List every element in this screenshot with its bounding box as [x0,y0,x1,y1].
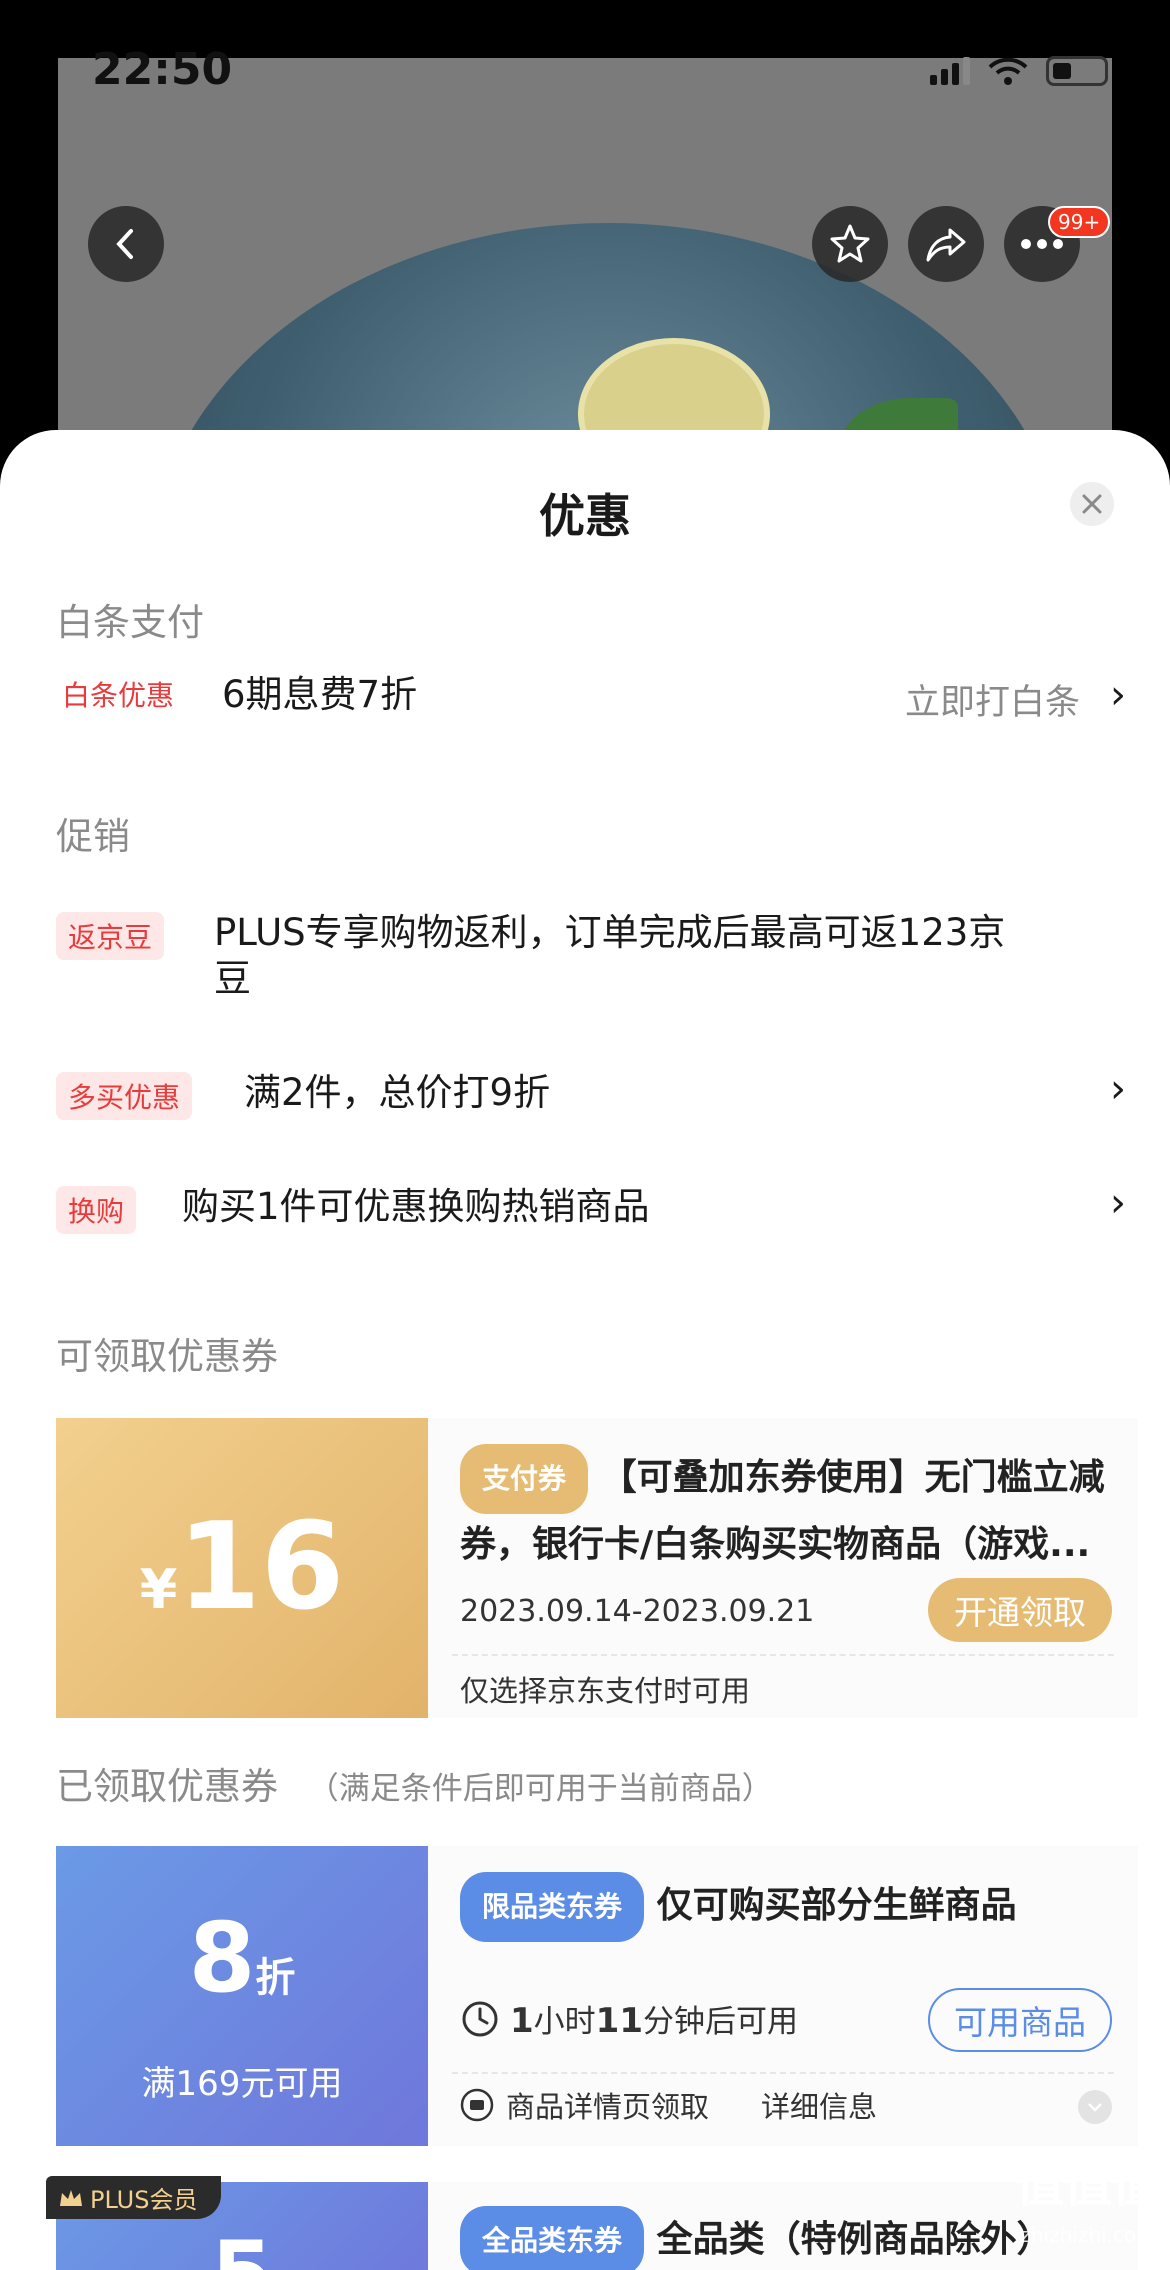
coupon-detail-panel: 限品类东券 仅可购买部分生鲜商品 1小时11分钟后可用 可用商品 商品详情页领取… [428,1846,1138,2146]
coupon-title: 支付券 【可叠加东券使用】无门槛立减券，银行卡/白条购买实物商品（游戏... [460,1444,1120,1576]
share-button[interactable] [908,206,984,282]
promo-section-title: 促销 [56,815,130,858]
back-button[interactable] [88,206,164,282]
claimed-hint: （满足条件后即可用于当前商品） [307,1771,773,1807]
baitiao-section-title: 白条支付 [56,601,204,644]
coupon-condition: 满169元可用 [141,2064,343,2104]
currency-symbol: ¥ [139,1558,178,1621]
coupon-discount-panel: 8折 满169元可用 [50,1846,428,2146]
promo-tag-jingdou: 返京豆 [56,912,165,960]
baitiao-tag: 白条优惠 [62,679,175,712]
status-time: 22:50 [92,44,233,95]
promo-tag-exchange: 换购 [56,1186,137,1234]
coupon-title-text: 全品类（特例商品除外） [656,2219,1053,2260]
claimed-title-text: 已领取优惠券 [56,1765,278,1808]
claimed-coupons-title: 已领取优惠券 （满足条件后即可用于当前商品） [56,1756,773,1810]
chevron-right-icon[interactable]: › [1110,1180,1126,1226]
promo-text-jingdou: PLUS专享购物返利，订单完成后最高可返123京 豆 [214,910,1094,1002]
coupon-type-label: 支付券 [460,1444,589,1514]
promo-tag-multibuy: 多买优惠 [56,1072,193,1120]
crown-icon [60,2189,82,2206]
coupon-detail-panel: 支付券 【可叠加东券使用】无门槛立减券，银行卡/白条购买实物商品（游戏... 2… [428,1418,1138,1718]
more-dots-icon [1021,239,1063,249]
coupon-title-text: 仅可购买部分生鲜商品 [656,1885,1017,1926]
available-coupons-title: 可领取优惠券 [56,1335,278,1378]
battery-icon [1046,56,1108,86]
baitiao-text: 6期息费7折 [222,673,418,716]
coupon-amount-value: 5 [56,2222,428,2270]
signal-icon [930,57,970,85]
clock-icon [462,2001,498,2036]
favorite-button[interactable] [812,206,888,282]
payment-coupon-card: ¥16 支付券 【可叠加东券使用】无门槛立减券，银行卡/白条购买实物商品（游戏.… [50,1418,1138,1718]
chevron-down-icon [1088,2103,1102,2112]
coupon-note: 仅选择京东支付时可用 [460,1674,751,1708]
coupon-amount-panel: ¥16 [50,1418,428,1718]
coupon-date: 2023.09.14-2023.09.21 [460,1594,815,1629]
promo-text-line1: PLUS专享购物返利，订单完成后最高可返123京 [214,911,1006,954]
plus-member-badge: PLUS会员 [46,2176,222,2219]
all-category-coupon-card: 5 PLUS会员 全品类东券 全品类（特例商品除外） [46,2176,1138,2270]
coupon-amount-value: 16 [177,1498,345,1637]
close-icon [1082,494,1102,514]
expand-button[interactable] [1078,2090,1112,2124]
wifi-icon [988,57,1028,85]
plus-badge-text: PLUS会员 [90,2186,198,2214]
coupon-type-label: 限品类东券 [460,1872,645,1942]
watermark: 值值值 zhizhizhi.com [1015,2157,1160,2247]
promo-text-multibuy[interactable]: 满2件，总价打9折 [244,1070,550,1116]
open-claim-button[interactable]: 开通领取 [928,1578,1112,1642]
coupon-detail-link[interactable]: 详细信息 [761,2084,877,2126]
close-button[interactable] [1070,482,1114,526]
coupon-amount: ¥16 [56,1498,428,1637]
discount-sheet: 优惠 白条支付 白条优惠 6期息费7折 立即打白条 › 促销 返京豆 PLUS专… [0,430,1170,2270]
chevron-left-icon [116,229,133,259]
promo-text-exchange[interactable]: 购买1件可优惠换购热销商品 [182,1184,650,1230]
baitiao-link[interactable]: 立即打白条 [905,674,1080,725]
notification-badge: 99+ [1048,206,1111,238]
coupon-source-row: 商品详情页领取 详细信息 [460,2084,877,2126]
category-coupon-card: 8折 满169元可用 限品类东券 仅可购买部分生鲜商品 1小时11分钟后可用 可… [50,1846,1138,2146]
coupon-discount: 8折 [56,1902,428,2014]
coupon-type-label: 全品类东券 [460,2206,645,2270]
coupon-source: 商品详情页领取 [506,2090,710,2124]
ticket-icon [460,2088,494,2122]
coupon-title: 限品类东券 仅可购买部分生鲜商品 [460,1872,1120,1942]
discount-value: 8 [188,1902,256,2014]
star-icon [830,224,870,263]
coupon-countdown: 1小时11分钟后可用 [460,1996,798,2041]
status-icons [930,56,1108,86]
discount-unit: 折 [255,1955,296,2001]
promo-text-line2: 豆 [214,957,251,1000]
chevron-right-icon[interactable]: › [1110,672,1126,718]
sheet-title: 优惠 [539,489,631,543]
chevron-right-icon[interactable]: › [1110,1066,1126,1112]
available-products-button[interactable]: 可用商品 [928,1988,1112,2052]
share-icon [926,228,966,262]
